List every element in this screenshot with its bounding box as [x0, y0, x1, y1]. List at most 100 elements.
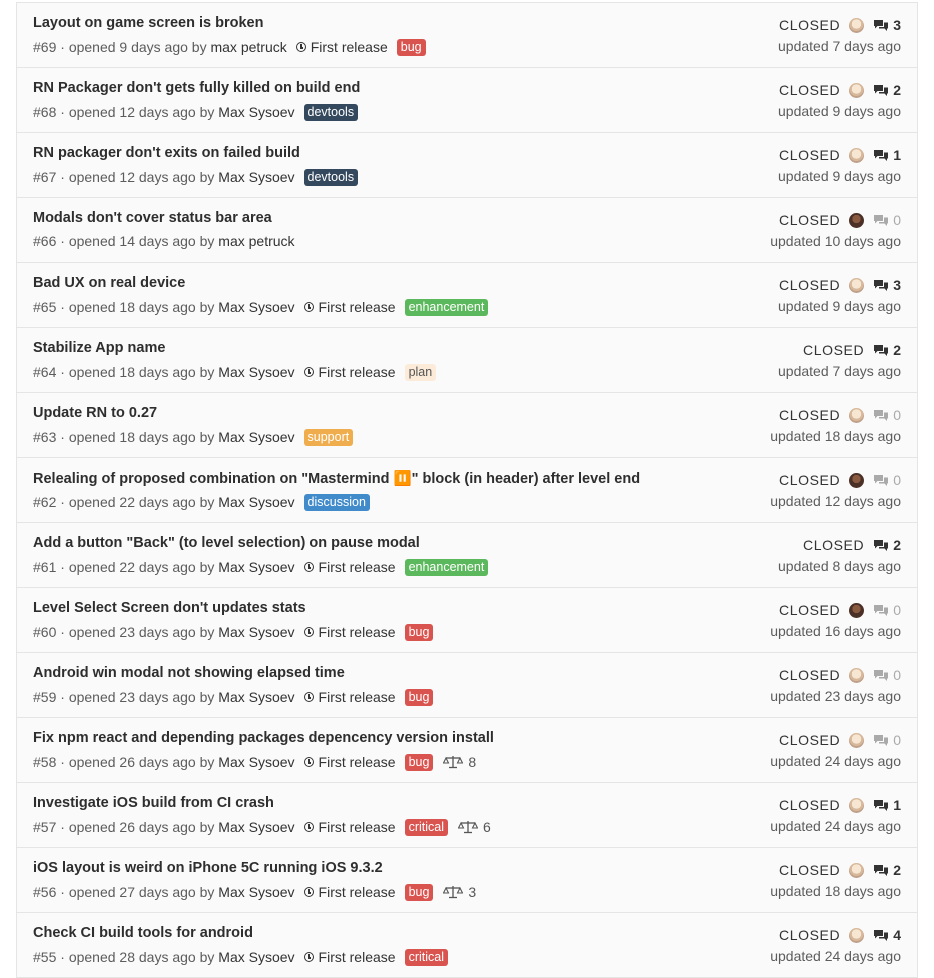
assignee-avatar[interactable]	[849, 147, 865, 163]
assignee-avatar[interactable]	[849, 927, 865, 943]
assignee-avatar[interactable]	[849, 667, 865, 683]
issue-label[interactable]: plan	[404, 364, 437, 381]
assignee-avatar[interactable]	[849, 82, 865, 98]
assignee-avatar[interactable]	[849, 797, 865, 813]
comments-link[interactable]: 0	[873, 212, 901, 228]
issue-label[interactable]: bug	[396, 39, 426, 56]
status-line: CLOSED 2	[778, 81, 901, 99]
issue-author[interactable]: Max Sysoev	[218, 494, 294, 510]
status-line: CLOSED 1	[770, 796, 901, 814]
issue-author[interactable]: Max Sysoev	[218, 884, 294, 900]
assignee-avatar[interactable]	[849, 17, 865, 33]
issue-author[interactable]: Max Sysoev	[218, 299, 294, 315]
issue-right: CLOSED 0 updated 12 days ago	[770, 471, 901, 509]
issue-right: CLOSED 0 updated 10 days ago	[770, 211, 901, 249]
assignee-avatar[interactable]	[849, 212, 865, 228]
issue-opened: opened 26 days ago by	[68, 754, 215, 770]
issue-title[interactable]: Bad UX on real device	[33, 275, 185, 291]
assignee-avatar[interactable]	[849, 602, 865, 618]
issue-title[interactable]: iOS layout is weird on iPhone 5C running…	[33, 860, 383, 876]
issue-weight: 6	[457, 819, 491, 835]
issue-author[interactable]: Max Sysoev	[218, 364, 294, 380]
issue-title[interactable]: RN packager don't exits on failed build	[33, 145, 300, 161]
issue-title[interactable]: Android win modal not showing elapsed ti…	[33, 665, 345, 681]
issue-title[interactable]: Add a button "Back" (to level selection)…	[33, 535, 420, 551]
comments-link[interactable]: 2	[873, 342, 901, 358]
milestone[interactable]: First release	[303, 949, 396, 965]
issue-author[interactable]: Max Sysoev	[218, 949, 294, 965]
comments-link[interactable]: 0	[873, 407, 901, 423]
issue-author[interactable]: Max Sysoev	[218, 819, 294, 835]
issue-author[interactable]: Max Sysoev	[218, 559, 294, 575]
comments-link[interactable]: 2	[873, 82, 901, 98]
issue-title[interactable]: Layout on game screen is broken	[33, 15, 263, 31]
comments-link[interactable]: 3	[873, 17, 901, 33]
issue-label[interactable]: bug	[404, 754, 434, 771]
assignee-avatar[interactable]	[849, 472, 865, 488]
issue-label[interactable]: critical	[404, 819, 448, 836]
issue-title[interactable]: Relealing of proposed combination on "Ma…	[33, 470, 640, 487]
issue-title[interactable]: Fix npm react and depending packages dep…	[33, 730, 494, 746]
issue-author[interactable]: max petruck	[210, 39, 286, 55]
issue-row: RN packager don't exits on failed build …	[17, 133, 917, 198]
issue-title[interactable]: Check CI build tools for android	[33, 925, 253, 941]
milestone[interactable]: First release	[303, 754, 396, 770]
issue-right: CLOSED 4 updated 24 days ago	[770, 926, 901, 964]
issue-author[interactable]: Max Sysoev	[218, 169, 294, 185]
status-line: CLOSED 2	[778, 536, 901, 554]
comments-link[interactable]: 0	[873, 472, 901, 488]
issue-author[interactable]: max petruck	[218, 233, 294, 249]
updated-at: updated 18 days ago	[770, 883, 901, 899]
milestone[interactable]: First release	[303, 689, 396, 705]
issue-label[interactable]: devtools	[303, 104, 359, 121]
comments-link[interactable]: 1	[873, 147, 901, 163]
updated-at: updated 18 days ago	[770, 428, 901, 444]
assignee-avatar[interactable]	[849, 277, 865, 293]
issue-label[interactable]: discussion	[303, 494, 370, 511]
assignee-avatar[interactable]	[849, 732, 865, 748]
milestone[interactable]: First release	[303, 364, 396, 380]
issue-label[interactable]: enhancement	[404, 559, 489, 576]
assignee-avatar[interactable]	[849, 407, 865, 423]
issue-title[interactable]: Update RN to 0.27	[33, 405, 157, 421]
issue-label[interactable]: support	[303, 429, 354, 446]
issue-label[interactable]: bug	[404, 624, 434, 641]
issue-number: #69	[33, 39, 57, 55]
milestone[interactable]: First release	[295, 39, 388, 55]
meta-separator: ·	[56, 624, 69, 640]
comments-link[interactable]: 1	[873, 797, 901, 813]
comments-link[interactable]: 4	[873, 927, 901, 943]
issue-author[interactable]: Max Sysoev	[218, 689, 294, 705]
issue-author[interactable]: Max Sysoev	[218, 754, 294, 770]
issue-opened: opened 18 days ago by	[68, 299, 215, 315]
issue-label[interactable]: enhancement	[404, 299, 489, 316]
milestone[interactable]: First release	[303, 884, 396, 900]
issue-title[interactable]: RN Packager don't gets fully killed on b…	[33, 80, 360, 96]
clock-icon	[303, 822, 314, 832]
assignee-avatar[interactable]	[849, 862, 865, 878]
milestone[interactable]: First release	[303, 559, 396, 575]
status-badge: CLOSED	[779, 797, 841, 813]
issue-author[interactable]: Max Sysoev	[218, 429, 294, 445]
issue-title[interactable]: Modals don't cover status bar area	[33, 210, 272, 226]
comments-link[interactable]: 3	[873, 277, 901, 293]
milestone[interactable]: First release	[303, 624, 396, 640]
issue-author[interactable]: Max Sysoev	[218, 624, 294, 640]
issue-title[interactable]: Stabilize App name	[33, 340, 165, 356]
milestone[interactable]: First release	[303, 299, 396, 315]
issue-title[interactable]: Investigate iOS build from CI crash	[33, 795, 274, 811]
milestone[interactable]: First release	[303, 819, 396, 835]
comments-link[interactable]: 0	[873, 602, 901, 618]
issue-label[interactable]: bug	[404, 689, 434, 706]
issue-label[interactable]: critical	[404, 949, 448, 966]
comments-link[interactable]: 2	[873, 862, 901, 878]
comments-link[interactable]: 0	[873, 732, 901, 748]
issue-author[interactable]: Max Sysoev	[218, 104, 294, 120]
comments-link[interactable]: 2	[873, 537, 901, 553]
issue-label[interactable]: bug	[404, 884, 434, 901]
meta-separator: ·	[56, 949, 69, 965]
issue-label[interactable]: devtools	[303, 169, 359, 186]
issue-opened: opened 12 days ago by	[68, 169, 215, 185]
comments-link[interactable]: 0	[873, 667, 901, 683]
issue-title[interactable]: Level Select Screen don't updates stats	[33, 600, 306, 616]
